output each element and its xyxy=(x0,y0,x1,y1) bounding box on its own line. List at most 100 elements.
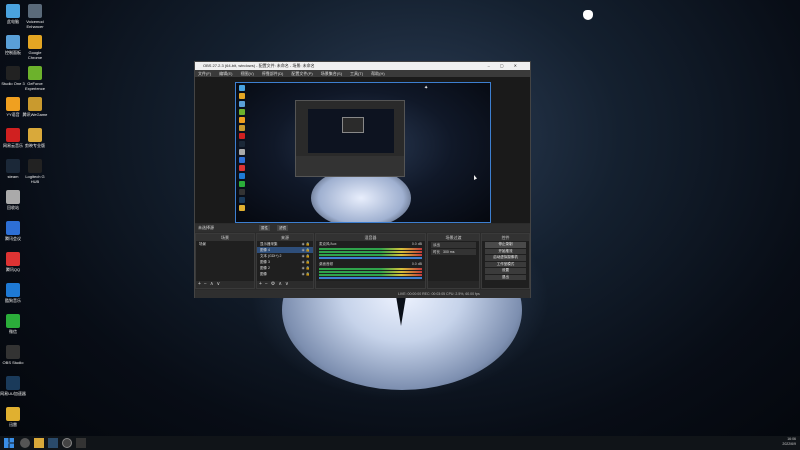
desktop-shortcut-label: 网易UU加速器 xyxy=(0,391,26,396)
control-button[interactable]: 工作室模式 xyxy=(485,261,526,267)
window-controls[interactable]: –▢✕ xyxy=(488,62,527,70)
desktop-shortcut[interactable]: 回收站 xyxy=(0,190,26,210)
desktop-shortcut[interactable]: 剪映专业版 xyxy=(22,128,48,148)
menu-item[interactable]: 场景集合(S) xyxy=(321,71,342,76)
filters-button[interactable]: 滤镜 xyxy=(277,225,288,231)
audio-meter xyxy=(319,251,422,253)
control-button[interactable]: 开始推流 xyxy=(485,248,526,254)
preview-desktop-icons xyxy=(236,83,248,222)
tencent-meeting-icon xyxy=(6,221,20,235)
search-icon[interactable] xyxy=(20,438,30,448)
cat-widget-icon[interactable] xyxy=(583,10,593,20)
steam-icon xyxy=(6,159,20,173)
mouse-cursor-icon xyxy=(474,175,477,180)
source-name: 图像 2 xyxy=(260,266,270,270)
netease-uu-icon xyxy=(6,376,20,390)
desktop-shortcut-label: 回收站 xyxy=(7,205,19,210)
menu-item[interactable]: 配置文件(P) xyxy=(291,71,312,76)
obs-titlebar[interactable]: OBS 27.2.3 (64-bit, windows) - 配置文件: 未命名… xyxy=(195,62,530,70)
control-button[interactable]: 退出 xyxy=(485,274,526,280)
desktop-shortcut[interactable]: 网易UU加速器 xyxy=(0,376,26,396)
desktop-shortcut-label: 迅雷 xyxy=(9,422,17,427)
menu-item[interactable]: 文件(F) xyxy=(198,71,211,76)
transitions-dock-title: 场景过渡 xyxy=(428,234,479,241)
menu-item[interactable]: 编辑(E) xyxy=(219,71,232,76)
qq-music-icon xyxy=(6,252,20,266)
properties-button[interactable]: 属性 xyxy=(259,225,270,231)
mixer-dock: 混音器 麦克风/Aux 0.0 dB 桌面音频 0.0 dB xyxy=(315,233,426,289)
desktop-shortcut-label: 腾讯会议 xyxy=(5,236,21,241)
desktop-shortcut[interactable]: 迅雷 xyxy=(0,407,26,427)
nested-docks xyxy=(296,156,404,176)
no-source-label: 未选择源 xyxy=(198,225,214,230)
scenes-dock-actions[interactable]: +−∧∨ xyxy=(196,281,254,288)
desktop-shortcut[interactable]: GeForce Experience xyxy=(22,66,48,91)
control-button[interactable]: 停止录制 xyxy=(485,242,526,248)
preview-shortcut-icon xyxy=(239,197,245,203)
source-name: 文本 (GDI+) 2 xyxy=(260,254,282,258)
desktop-shortcut[interactable]: 腾讯WeGame xyxy=(22,97,48,117)
controls-dock: 控件 停止录制 开始推流 启动虚拟摄像机 工作室模式 设置 退出 xyxy=(481,233,530,289)
channel-name: 桌面音频 xyxy=(319,262,333,266)
control-button[interactable]: 启动虚拟摄像机 xyxy=(485,255,526,261)
source-toolbar: 未选择源 属性 滤镜 xyxy=(195,224,530,232)
audio-meter xyxy=(319,248,422,250)
preview-shortcut-icon xyxy=(239,157,245,163)
desktop-shortcut[interactable]: 微信 xyxy=(0,314,26,334)
preview-shortcut-icon xyxy=(239,109,245,115)
preview-shortcut-icon xyxy=(239,101,245,107)
channel-db: 0.0 dB xyxy=(411,262,422,266)
volume-slider[interactable] xyxy=(319,257,422,259)
desktop-shortcut[interactable]: 腾讯会议 xyxy=(0,221,26,241)
wechat-icon xyxy=(6,314,20,328)
mixer-channel-label: 麦克风/Aux 0.0 dB xyxy=(316,242,425,247)
preview-shortcut-icon xyxy=(239,133,245,139)
transition-duration[interactable]: 时长 300 ms xyxy=(431,249,476,255)
transition-select[interactable]: 淡出 xyxy=(431,242,476,248)
menu-item[interactable]: 帮助(H) xyxy=(371,71,385,76)
visibility-lock-icon[interactable]: ◉ 🔒 xyxy=(302,271,310,277)
desktop-shortcut[interactable]: 酷狗音乐 xyxy=(0,283,26,303)
audio-meter xyxy=(319,254,422,256)
preview-shortcut-icon xyxy=(239,165,245,171)
volume-slider[interactable] xyxy=(319,277,422,279)
netease-music-icon xyxy=(6,128,20,142)
scene-item[interactable]: 场景 xyxy=(196,241,254,247)
steam-taskbar-icon[interactable] xyxy=(48,438,58,448)
start-icon[interactable] xyxy=(4,438,14,448)
source-name: 显示器采集 xyxy=(260,242,278,246)
desktop-shortcut[interactable]: Logitech G HUB xyxy=(22,159,48,184)
desktop-shortcut[interactable]: OBS Studio xyxy=(0,345,26,365)
game-icon xyxy=(6,407,20,421)
control-button[interactable]: 设置 xyxy=(485,268,526,274)
preview-shortcut-icon xyxy=(239,125,245,131)
menu-item[interactable]: 视图(V) xyxy=(240,71,253,76)
source-item[interactable]: 图像 ◉ 🔒 xyxy=(257,271,313,277)
obs-icon xyxy=(6,345,20,359)
file-explorer-icon[interactable] xyxy=(34,438,44,448)
mixer-channel: 桌面音频 0.0 dB xyxy=(316,261,425,279)
preview-shortcut-icon xyxy=(239,93,245,99)
source-name: 图像 4 xyxy=(260,248,270,252)
chrome-icon xyxy=(28,35,42,49)
obs-taskbar-icon[interactable] xyxy=(62,438,72,448)
menu-item[interactable]: 停靠部件(D) xyxy=(262,71,284,76)
preview-shortcut-icon xyxy=(239,149,245,155)
preview-star: ✦ xyxy=(424,85,429,91)
duration-value: 300 ms xyxy=(443,250,455,254)
channel-db: 0.0 dB xyxy=(411,242,422,246)
desktop-shortcut[interactable]: Google Chrome xyxy=(22,35,48,60)
network-icon xyxy=(6,35,20,49)
system-tray[interactable]: 16:06 2022/6/9 xyxy=(782,437,796,447)
desktop-shortcut[interactable]: Voicemod Enhancer xyxy=(22,4,48,29)
scenes-dock-title: 场景 xyxy=(196,234,254,241)
transition-type: 淡出 xyxy=(433,243,440,247)
menu-item[interactable]: 工具(T) xyxy=(350,71,363,76)
preview-shortcut-icon xyxy=(239,205,245,211)
desktop-shortcut[interactable]: 腾讯QQ xyxy=(0,252,26,272)
audio-meter xyxy=(319,268,422,270)
sources-dock-actions[interactable]: +−⚙∧∨ xyxy=(257,281,313,288)
preview-canvas[interactable]: ✦ xyxy=(235,82,491,223)
pinned-app-icon[interactable] xyxy=(76,438,86,448)
channel-name: 麦克风/Aux xyxy=(319,242,337,246)
